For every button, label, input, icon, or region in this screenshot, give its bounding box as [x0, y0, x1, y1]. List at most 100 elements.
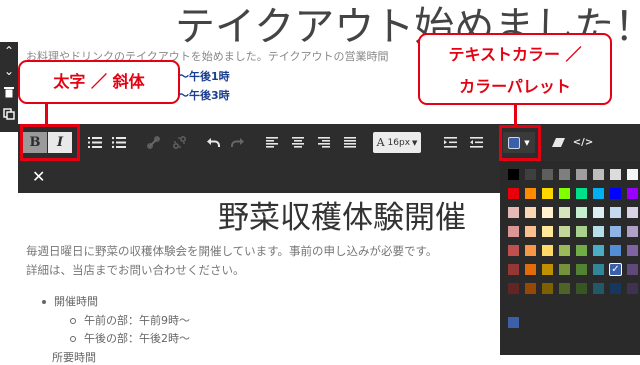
- indent-icon[interactable]: [442, 132, 458, 153]
- copy-icon[interactable]: [2, 108, 16, 122]
- color-swatch[interactable]: [610, 207, 621, 218]
- section-heading: 野菜収穫体験開催: [218, 200, 466, 236]
- color-swatch[interactable]: [576, 207, 587, 218]
- color-swatch[interactable]: [525, 245, 536, 256]
- custom-color-swatch[interactable]: [508, 317, 519, 328]
- color-swatch[interactable]: [593, 283, 604, 294]
- bullet-list-icon[interactable]: [110, 132, 128, 153]
- color-swatch[interactable]: [559, 226, 570, 237]
- color-swatch[interactable]: [627, 226, 638, 237]
- list-item-text: 開催時間: [54, 295, 98, 308]
- color-swatch[interactable]: [525, 188, 536, 199]
- color-swatch[interactable]: [525, 283, 536, 294]
- bullet-icon: [42, 300, 46, 304]
- color-swatch[interactable]: [542, 264, 553, 275]
- color-swatch[interactable]: [508, 264, 519, 275]
- outdent-icon[interactable]: [468, 132, 484, 153]
- color-swatch[interactable]: [610, 226, 621, 237]
- chevron-down-icon[interactable]: ⌄: [2, 64, 16, 78]
- color-swatch[interactable]: [559, 188, 570, 199]
- color-swatch[interactable]: [593, 226, 604, 237]
- callout-bold-italic: 太字 ／ 斜体: [18, 60, 180, 104]
- color-swatch[interactable]: [508, 245, 519, 256]
- color-swatch[interactable]: [508, 188, 519, 199]
- color-swatch[interactable]: [627, 207, 638, 218]
- color-swatch[interactable]: [542, 188, 553, 199]
- callout-connector: [514, 105, 517, 125]
- toolbar-subbar: ✕: [18, 161, 500, 193]
- color-swatch[interactable]: [610, 169, 621, 180]
- color-swatch[interactable]: [508, 169, 519, 180]
- close-icon[interactable]: ✕: [32, 167, 45, 186]
- color-swatch[interactable]: [559, 169, 570, 180]
- rich-text-toolbar: B I A 16px ▼ ▼ </>: [18, 124, 640, 161]
- list-item: 開催時間: [42, 293, 98, 309]
- trash-icon[interactable]: [2, 86, 16, 100]
- circle-bullet-icon: [70, 318, 76, 324]
- color-swatch[interactable]: [559, 207, 570, 218]
- align-justify-icon[interactable]: [342, 132, 358, 153]
- chevron-up-icon[interactable]: ⌃: [2, 44, 16, 58]
- align-center-icon[interactable]: [290, 132, 306, 153]
- align-right-icon[interactable]: [316, 132, 332, 153]
- paragraph-1: 毎週日曜日に野菜の収穫体験会を開催しています。事前の申し込みが必要です。: [26, 244, 438, 258]
- list-item-cut: 所要時間: [52, 349, 96, 365]
- align-left-icon[interactable]: [264, 132, 280, 153]
- callout-text-color: テキストカラー ／ カラーパレット: [418, 33, 612, 105]
- link-icon[interactable]: [144, 132, 162, 153]
- color-swatch[interactable]: [542, 169, 553, 180]
- color-swatch[interactable]: [508, 207, 519, 218]
- redo-icon[interactable]: [228, 132, 246, 153]
- color-swatch[interactable]: [542, 226, 553, 237]
- color-swatch[interactable]: [593, 188, 604, 199]
- color-swatch[interactable]: [576, 226, 587, 237]
- color-swatch[interactable]: [627, 245, 638, 256]
- color-swatch[interactable]: [593, 169, 604, 180]
- color-swatch[interactable]: [576, 283, 587, 294]
- color-swatch[interactable]: [542, 207, 553, 218]
- caret-down-icon: ▼: [412, 138, 418, 147]
- text-color-highlight: [499, 125, 541, 161]
- color-swatch[interactable]: [508, 226, 519, 237]
- color-swatch[interactable]: [525, 226, 536, 237]
- color-swatch[interactable]: [593, 207, 604, 218]
- color-swatch[interactable]: [627, 169, 638, 180]
- unlink-icon[interactable]: [170, 132, 188, 153]
- font-size-select[interactable]: A 16px ▼: [373, 132, 421, 153]
- color-swatch[interactable]: [593, 245, 604, 256]
- color-swatch[interactable]: [508, 283, 519, 294]
- sub-list-item: 午後の部：午後2時〜: [70, 330, 190, 346]
- circle-bullet-icon: [70, 336, 76, 342]
- color-swatch[interactable]: [559, 283, 570, 294]
- font-size-icon: A: [376, 136, 385, 149]
- color-swatch[interactable]: [610, 245, 621, 256]
- color-swatch[interactable]: ✓: [609, 263, 622, 276]
- color-swatch[interactable]: [627, 283, 638, 294]
- color-swatch[interactable]: [593, 264, 604, 275]
- color-swatch[interactable]: [559, 245, 570, 256]
- source-code-icon[interactable]: </>: [573, 132, 593, 153]
- color-swatch[interactable]: [542, 283, 553, 294]
- time-text-1: 〜午後1時: [178, 70, 230, 83]
- color-swatch[interactable]: [610, 188, 621, 199]
- time-text-2: 〜午後3時: [178, 89, 230, 102]
- color-swatch[interactable]: [627, 188, 638, 199]
- color-swatch[interactable]: [576, 188, 587, 199]
- color-swatch[interactable]: [542, 245, 553, 256]
- color-swatch[interactable]: [610, 283, 621, 294]
- eraser-icon[interactable]: [550, 132, 566, 153]
- sub-list-item: 午前の部：午前9時〜: [70, 312, 190, 328]
- color-swatch[interactable]: [627, 264, 638, 275]
- check-icon: ✓: [609, 263, 622, 276]
- callout-text-color-line2: カラーパレット: [459, 77, 571, 96]
- color-swatch[interactable]: [576, 264, 587, 275]
- undo-icon[interactable]: [204, 132, 222, 153]
- sub-list-item-text: 午前の部：午前9時〜: [84, 314, 190, 327]
- color-swatch[interactable]: [525, 207, 536, 218]
- ordered-list-icon[interactable]: [86, 132, 104, 153]
- color-swatch[interactable]: [525, 169, 536, 180]
- color-swatch[interactable]: [576, 169, 587, 180]
- color-swatch[interactable]: [576, 245, 587, 256]
- color-swatch[interactable]: [525, 264, 536, 275]
- color-swatch[interactable]: [559, 264, 570, 275]
